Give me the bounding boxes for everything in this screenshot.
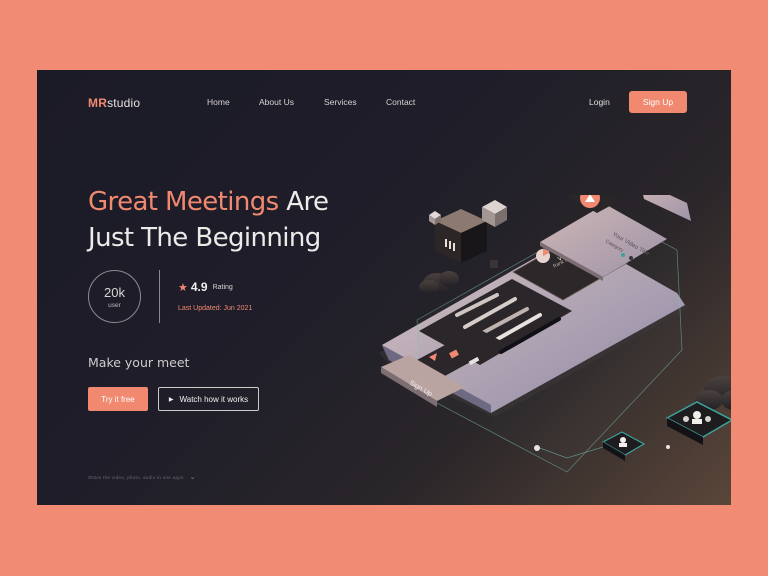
cube-icon	[435, 209, 487, 263]
headline-accent: Great Meetings	[88, 187, 279, 217]
nav-about-us[interactable]: About Us	[259, 97, 294, 107]
hero-subheading: Make your meet	[88, 355, 190, 370]
user-icon	[620, 437, 626, 443]
login-link[interactable]: Login	[589, 97, 610, 107]
play-icon: ▶	[168, 396, 174, 403]
nav-contact[interactable]: Contact	[386, 97, 415, 107]
last-updated: Last Updated: Jun 2021	[178, 305, 253, 312]
signup-button[interactable]: Sign Up	[629, 91, 687, 113]
cloud-icon	[419, 271, 459, 294]
brand-logo-accent: MR	[88, 96, 108, 110]
isometric-app-illustration: Sign Up Verified Profile Rank 01 Your Vi…	[379, 195, 731, 473]
brand-logo[interactable]: MRstudio	[88, 96, 140, 110]
footnote: Share the video, photo, audio in one app…	[88, 473, 196, 481]
star-icon: ★	[178, 281, 188, 294]
users-stat-label: user	[108, 301, 121, 309]
users-stat-value: 20k	[104, 284, 125, 300]
tiny-block-icon	[490, 260, 498, 268]
team-tile	[665, 401, 731, 445]
users-icon	[693, 411, 701, 419]
nav-home[interactable]: Home	[207, 97, 230, 107]
watch-video-label: Watch how it works	[179, 394, 249, 404]
landing-page-frame: MRstudio Home About Us Services Contact …	[37, 70, 731, 505]
rating-value: 4.9	[190, 280, 208, 294]
headline-line2: Just The Beginning	[88, 223, 321, 253]
watch-video-button[interactable]: ▶ Watch how it works	[158, 387, 259, 411]
headline-rest: Are	[278, 187, 329, 217]
user-tile	[601, 431, 646, 461]
side-card	[643, 195, 691, 221]
brand-logo-text: studio	[107, 96, 141, 110]
stat-divider	[159, 270, 160, 323]
hero-headline: Great Meetings Are Just The Beginning	[88, 184, 329, 256]
footnote-text: Share the video, photo, audio in one app…	[88, 474, 184, 480]
rating-label: Rating	[212, 283, 233, 291]
rating: ★ 4.9 Rating	[178, 280, 233, 294]
try-free-button[interactable]: Try it free	[88, 387, 148, 411]
chevron-down-icon[interactable]: ⌄	[190, 473, 196, 481]
nav-services[interactable]: Services	[324, 97, 357, 107]
users-stat: 20k user	[88, 270, 141, 323]
